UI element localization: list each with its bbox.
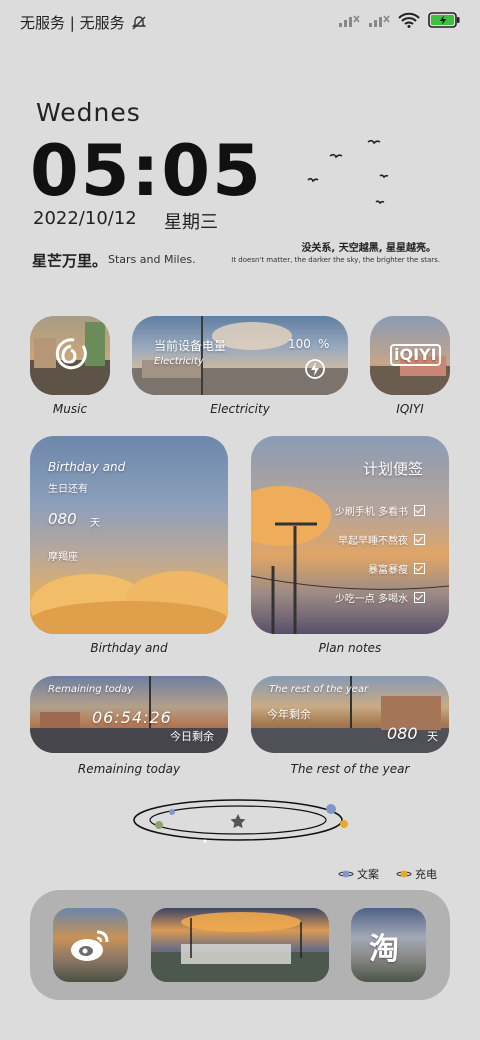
planet-icon [155, 821, 163, 829]
orbit-widget[interactable] [130, 795, 355, 845]
rest-of-year-title: The rest of the year [269, 684, 369, 695]
plan-label: Plan notes [318, 641, 382, 655]
taobao-app[interactable]: 淘 [351, 908, 426, 982]
rest-of-year-days: 080 [387, 724, 418, 743]
taobao-icon: 淘 [369, 932, 399, 967]
motto-cn: 星芒万里。 [32, 252, 108, 270]
birthday-label: Birthday and [90, 641, 168, 655]
battery-charging-icon [428, 12, 460, 28]
mute-bell-icon [131, 15, 146, 29]
birthday-title: Birthday and [48, 460, 126, 474]
rest-of-year-caption: 今年剩余 [267, 708, 311, 721]
checkbox-checked-icon[interactable] [414, 563, 425, 574]
photo-app[interactable] [151, 908, 329, 982]
electricity-title: 当前设备电量 [154, 339, 227, 353]
carrier-text: 无服务 | 无服务 [20, 14, 125, 32]
birthday-widget[interactable]: Birthday and 生日还有 080 天 摩羯座 [30, 436, 228, 634]
remaining-today-widget[interactable]: Remaining today 06:54:26 今日剩余 [30, 676, 228, 753]
checkbox-checked-icon[interactable] [414, 505, 425, 516]
planet-icon[interactable] [326, 804, 336, 814]
music-label: Music [52, 402, 88, 416]
plan-item-text: 少吃一点 多喝水 [334, 594, 408, 605]
legend-item-charge[interactable]: 充电 [396, 866, 437, 882]
checkbox-checked-icon[interactable] [414, 534, 425, 545]
photo-icon [151, 912, 329, 982]
plan-item[interactable]: 少刷手机 多看书 [335, 496, 425, 525]
birds-illustration [307, 139, 389, 205]
plan-notes-widget[interactable]: 计划便签 少刷手机 多看书 早起早睡不熬夜 暴富暴瘦 少吃一点 多喝水 [251, 436, 449, 634]
clock-time[interactable]: 05:05 [30, 130, 263, 212]
netease-music-icon [55, 338, 87, 370]
birthday-sign: 摩羯座 [48, 552, 78, 563]
birthday-subtitle: 生日还有 [48, 484, 88, 495]
status-bar: 无服务 | 无服务 [0, 0, 480, 42]
rest-of-year-unit: 天 [427, 730, 438, 743]
rest-of-year-widget[interactable]: The rest of the year 今年剩余 080 天 [251, 676, 449, 753]
moon-icon [203, 839, 207, 843]
status-icons [338, 12, 460, 28]
plan-title: 计划便签 [362, 460, 423, 478]
checkbox-checked-icon[interactable] [414, 592, 425, 603]
plan-item[interactable]: 暴富暴瘦 [335, 554, 425, 583]
quote-cn: 没关系, 天空越黑, 星星越亮。 [301, 243, 436, 254]
carrier-status: 无服务 | 无服务 [20, 12, 147, 33]
plan-item[interactable]: 少吃一点 多喝水 [335, 583, 425, 612]
music-widget[interactable] [30, 316, 110, 395]
plan-item-text: 少刷手机 多看书 [334, 507, 408, 518]
planet-icon [169, 809, 175, 815]
birthday-unit: 天 [90, 518, 100, 529]
weibo-app[interactable] [53, 908, 128, 982]
plan-item-text: 早起早睡不熬夜 [338, 536, 408, 547]
legend-label: 文案 [357, 868, 379, 881]
planet-icon[interactable] [340, 820, 348, 828]
electricity-value: 100 [288, 337, 311, 351]
iqiyi-label: IQIYI [396, 402, 424, 416]
wifi-icon [398, 12, 420, 28]
signal-icon [369, 15, 390, 27]
motto-en: Stars and Miles. [108, 253, 196, 266]
remaining-today-time: 06:54:26 [92, 708, 172, 727]
remaining-today-title: Remaining today [48, 684, 134, 695]
planet-copy-icon [338, 870, 354, 878]
quote-en: It doesn't matter, the darker the sky, t… [231, 256, 440, 264]
signal-icon [339, 15, 360, 27]
electricity-subtitle: Electricity [154, 356, 204, 367]
remaining-today-label: Remaining today [77, 762, 181, 776]
planet-charge-icon [396, 870, 412, 878]
remaining-today-caption: 今日剩余 [170, 730, 214, 743]
electricity-widget[interactable]: 当前设备电量 Electricity 100 % [132, 316, 348, 395]
legend-label: 充电 [415, 868, 437, 881]
star-icon [230, 814, 246, 829]
birthday-days: 080 [48, 510, 77, 528]
day-name: Wednes [36, 98, 141, 127]
legend-item-copy[interactable]: 文案 [338, 866, 379, 882]
iqiyi-logo: iQIYI [390, 344, 441, 366]
electricity-label: Electricity [210, 402, 270, 416]
iqiyi-widget[interactable]: iQIYI [370, 316, 450, 395]
plan-item-text: 暴富暴瘦 [368, 565, 408, 576]
plan-item[interactable]: 早起早睡不熬夜 [335, 525, 425, 554]
lightning-icon [305, 359, 325, 379]
clock-date: 2022/10/12 [33, 208, 137, 229]
rest-of-year-label: The rest of the year [290, 762, 410, 776]
weibo-icon [71, 930, 109, 961]
clock-weekday: 星期三 [164, 212, 218, 233]
plan-list: 少刷手机 多看书 早起早睡不熬夜 暴富暴瘦 少吃一点 多喝水 [335, 496, 425, 612]
electricity-unit: % [318, 337, 330, 351]
